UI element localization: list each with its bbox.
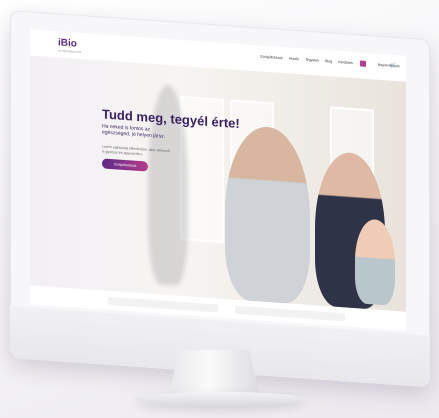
nav-item-offers[interactable]: Akciók [289,56,299,61]
search-icon[interactable] [360,60,366,67]
monitor-base [135,392,305,406]
login-link[interactable]: Bejelentkezés [378,63,400,69]
monitor-stand [168,350,260,398]
nav-item-services[interactable]: Szolgáltatások [260,54,283,60]
services-button[interactable]: Szolgáltatások [102,158,148,172]
service-card[interactable] [235,305,345,322]
cart-icon[interactable]: 🛒 [390,63,396,69]
monitor-frame: iBio az egeszseg elott Szolgáltatások Ak… [10,10,430,388]
logo-tagline: az egeszseg elott [58,48,82,54]
man-image [225,124,310,305]
main-nav: Szolgáltatások Akciók Tegyetek Blog Kérd… [260,54,353,64]
nav-item-blog[interactable]: Blog [325,59,332,63]
nav-item-tests[interactable]: Tegyetek [305,58,319,63]
service-card[interactable] [108,296,218,313]
hero-section: Tudd meg, tegyél érte! Ha neked is fonto… [30,55,406,312]
baby-image [355,218,395,306]
nav-item-faq[interactable]: Kérdések [338,60,353,65]
website-screen: iBio az egeszseg elott Szolgáltatások Ak… [30,29,406,331]
